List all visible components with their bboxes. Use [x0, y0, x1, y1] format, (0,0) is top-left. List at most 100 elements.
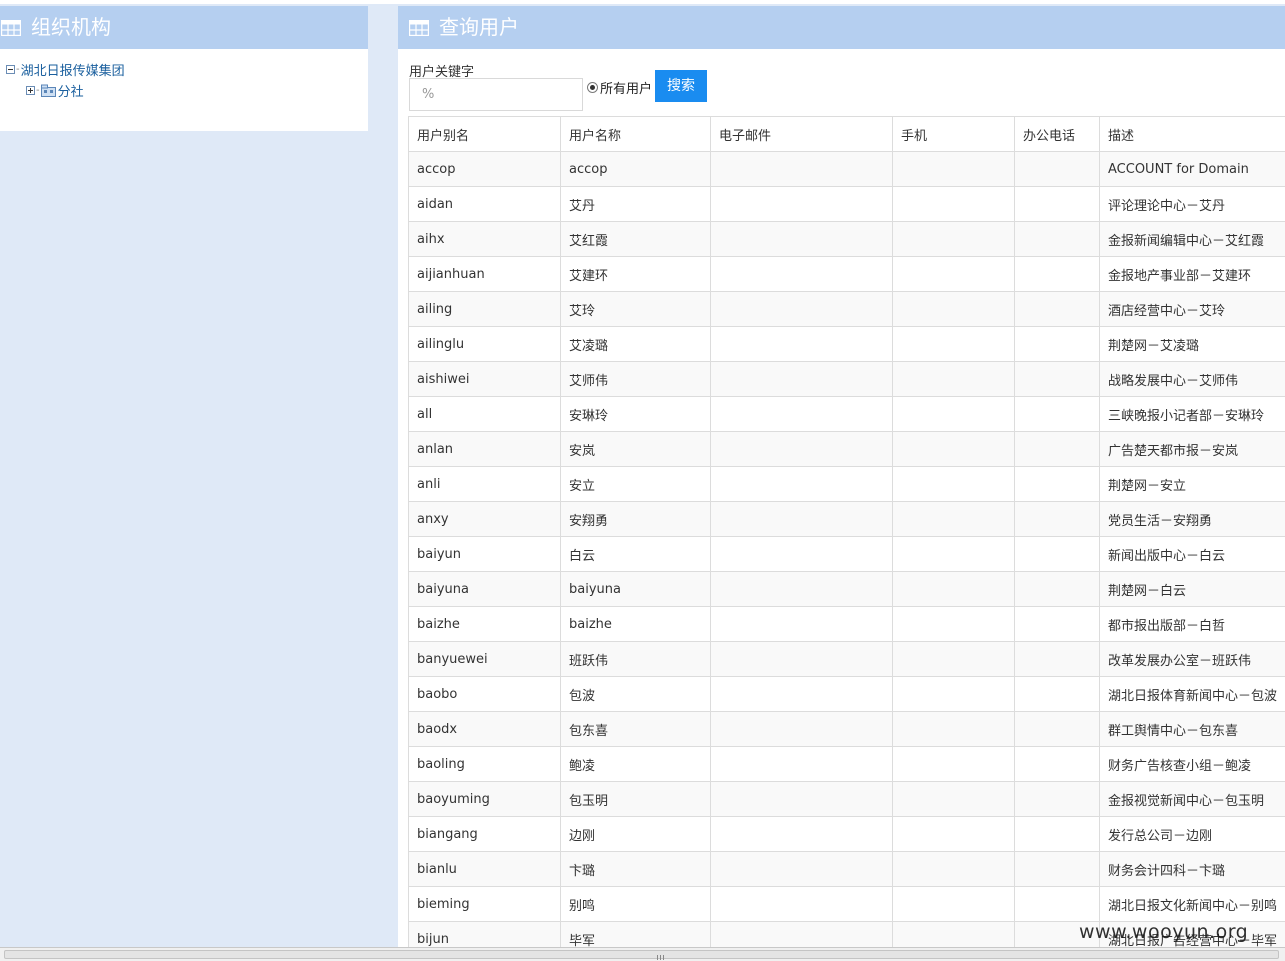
tree-node-root[interactable]: - 湖北日报传媒集团 — [6, 60, 125, 79]
mobile-cell — [892, 291, 1015, 327]
minus-box-icon[interactable] — [6, 65, 15, 74]
user-name-cell: baizhe — [560, 606, 711, 642]
org-unit-icon — [40, 84, 56, 97]
office-phone-cell — [1014, 396, 1100, 432]
plus-box-icon[interactable] — [26, 86, 35, 95]
user-name-cell: 艾玲 — [560, 291, 711, 327]
office-phone-cell — [1014, 536, 1100, 572]
table-row[interactable]: banyuewei 班跃伟 改革发展办公室－班跃伟 — [408, 641, 1285, 677]
user-alias-cell: accop — [408, 151, 561, 187]
table-row[interactable]: baoling 鲍凌 财务广告核查小组－鲍凌 — [408, 746, 1285, 782]
user-name-cell: 安立 — [560, 466, 711, 502]
office-phone-cell — [1014, 641, 1100, 677]
user-name-cell: 卞璐 — [560, 851, 711, 887]
user-alias-cell: baoyuming — [408, 781, 561, 817]
keyword-input[interactable] — [409, 78, 583, 111]
user-query-panel: 用户关键字 所有用户 搜索 用户别名用户名称电子邮件手机办公电话描述 accop… — [398, 49, 1285, 947]
mobile-cell — [892, 851, 1015, 887]
horizontal-scrollbar[interactable] — [0, 947, 1285, 961]
table-row[interactable]: biangang 边刚 发行总公司－边刚 — [408, 816, 1285, 852]
mobile-cell — [892, 746, 1015, 782]
mobile-cell — [892, 431, 1015, 467]
user-name-cell: 艾师伟 — [560, 361, 711, 397]
user-alias-cell: baodx — [408, 711, 561, 747]
user-alias-cell: anli — [408, 466, 561, 502]
grid-table-icon — [1, 19, 21, 36]
mobile-cell — [892, 921, 1015, 947]
table-row[interactable]: baizhe baizhe 都市报出版部－白哲 — [408, 606, 1285, 642]
watermark: www.wooyun.org — [1079, 921, 1249, 943]
email-cell — [710, 711, 893, 747]
user-name-cell: 安琳玲 — [560, 396, 711, 432]
all-users-option[interactable]: 所有用户 — [587, 78, 652, 97]
table-row[interactable]: baiyuna baiyuna 荆楚网－白云 — [408, 571, 1285, 607]
mobile-cell — [892, 641, 1015, 677]
table-row[interactable]: aihx 艾红霞 金报新闻编辑中心－艾红霞 — [408, 221, 1285, 257]
table-row[interactable]: bieming 别鸣 湖北日报文化新闻中心－别鸣 — [408, 886, 1285, 922]
user-alias-cell: baiyuna — [408, 571, 561, 607]
user-alias-cell: banyuewei — [408, 641, 561, 677]
top-border — [0, 0, 1285, 4]
table-row[interactable]: ailing 艾玲 酒店经营中心－艾玲 — [408, 291, 1285, 327]
user-query-header: 查询用户 — [398, 6, 1285, 49]
user-alias-cell: aihx — [408, 221, 561, 257]
mobile-cell — [892, 151, 1015, 187]
user-name-cell: 包波 — [560, 676, 711, 712]
table-row[interactable]: accop accop ACCOUNT for Domain — [408, 151, 1285, 187]
email-cell — [710, 221, 893, 257]
email-cell — [710, 816, 893, 852]
table-row[interactable]: baiyun 白云 新闻出版中心－白云 — [408, 536, 1285, 572]
column-header: 电子邮件 — [710, 116, 893, 152]
tree-node-child[interactable]: - 分社 — [26, 81, 84, 100]
mobile-cell — [892, 186, 1015, 222]
table-row[interactable]: aijianhuan 艾建环 金报地产事业部－艾建环 — [408, 256, 1285, 292]
all-users-radio[interactable] — [587, 82, 598, 93]
table-row[interactable]: all 安琳玲 三峡晚报小记者部－安琳玲 — [408, 396, 1285, 432]
mobile-cell — [892, 711, 1015, 747]
table-row[interactable]: ailinglu 艾凌璐 荆楚网－艾凌璐 — [408, 326, 1285, 362]
users-table: 用户别名 用户名称 电子邮件 手机 办公电话 描述 accop accop ACCOUNT f… — [408, 116, 1285, 947]
office-phone-cell — [1014, 326, 1100, 362]
mobile-cell — [892, 501, 1015, 537]
tree-connector: - — [16, 64, 20, 75]
user-name-cell: baiyuna — [560, 571, 711, 607]
email-cell — [710, 396, 893, 432]
email-cell — [710, 676, 893, 712]
office-phone-cell — [1014, 291, 1100, 327]
table-row[interactable]: baodx 包东喜 群工舆情中心－包东喜 — [408, 711, 1285, 747]
column-header: 用户别名 — [408, 116, 561, 152]
all-users-label: 所有用户 — [600, 82, 653, 97]
table-row[interactable]: bianlu 卞璐 财务会计四科－卞璐 — [408, 851, 1285, 887]
tree-node-child-label[interactable]: 分社 — [58, 81, 84, 100]
description-cell: 荆楚网－白云 — [1099, 571, 1285, 607]
tree-node-root-label[interactable]: 湖北日报传媒集团 — [21, 60, 125, 79]
description-cell: 新闻出版中心－白云 — [1099, 536, 1285, 572]
user-alias-cell: bijun — [408, 921, 561, 947]
email-cell — [710, 536, 893, 572]
description-cell: 湖北日报体育新闻中心－包波 — [1099, 676, 1285, 712]
office-phone-cell — [1014, 711, 1100, 747]
email-cell — [710, 186, 893, 222]
table-row[interactable]: baoyuming 包玉明 金报视觉新闻中心－包玉明 — [408, 781, 1285, 817]
table-row[interactable]: anxy 安翔勇 党员生活－安翔勇 — [408, 501, 1285, 537]
user-name-cell: 艾丹 — [560, 186, 711, 222]
user-name-cell: 包玉明 — [560, 781, 711, 817]
email-cell — [710, 746, 893, 782]
search-button[interactable]: 搜索 — [655, 70, 707, 102]
office-phone-cell — [1014, 816, 1100, 852]
description-cell: 都市报出版部－白哲 — [1099, 606, 1285, 642]
office-phone-cell — [1014, 501, 1100, 537]
scrollbar-thumb[interactable] — [4, 950, 1279, 960]
table-row[interactable]: aidan 艾丹 评论理论中心－艾丹 — [408, 186, 1285, 222]
mobile-cell — [892, 396, 1015, 432]
user-alias-cell: aidan — [408, 186, 561, 222]
table-row[interactable]: aishiwei 艾师伟 战略发展中心－艾师伟 — [408, 361, 1285, 397]
user-name-cell: 艾建环 — [560, 256, 711, 292]
org-panel-title: 组织机构 — [31, 15, 111, 39]
mobile-cell — [892, 676, 1015, 712]
user-alias-cell: ailing — [408, 291, 561, 327]
table-row[interactable]: anlan 安岚 广告楚天都市报－安岚 — [408, 431, 1285, 467]
table-row[interactable]: anli 安立 荆楚网－安立 — [408, 466, 1285, 502]
table-row[interactable]: baobo 包波 湖北日报体育新闻中心－包波 — [408, 676, 1285, 712]
office-phone-cell — [1014, 186, 1100, 222]
